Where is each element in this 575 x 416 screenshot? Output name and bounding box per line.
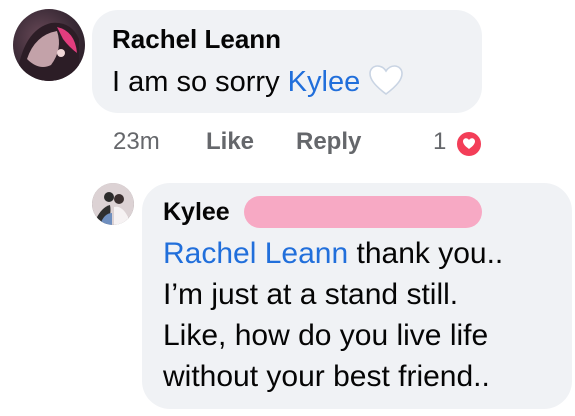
comment-text-prefix: I am so sorry	[112, 66, 288, 98]
reply-line-3: Like, how do you live life	[163, 319, 489, 352]
reply-text: Rachel Leann thank you.. I’m just at a s…	[163, 233, 503, 397]
redaction-mark	[244, 196, 482, 228]
reply-line-2: I’m just at a stand still.	[163, 278, 459, 311]
rachel-avatar-photo	[19, 22, 79, 81]
reply-mention[interactable]: Rachel Leann	[163, 237, 348, 270]
rachel-avatar[interactable]	[13, 9, 85, 81]
like-button[interactable]: Like	[206, 128, 254, 156]
comment-author[interactable]: Rachel Leann	[112, 24, 281, 55]
reply-line-1-rest: thank you..	[348, 237, 504, 270]
reply-author[interactable]: Kylee	[163, 198, 230, 227]
comment-timestamp[interactable]: 23m	[113, 128, 160, 156]
white-heart-icon	[368, 64, 404, 96]
kylee-avatar-photo	[92, 183, 134, 225]
reply-button[interactable]: Reply	[296, 128, 361, 156]
reply-line-1: Rachel Leann thank you..	[163, 233, 503, 274]
comment-text: I am so sorry Kylee	[112, 64, 404, 100]
reaction-count[interactable]: 1	[433, 128, 446, 156]
love-reaction-icon[interactable]	[455, 130, 483, 158]
comment-mention[interactable]: Kylee	[288, 66, 361, 98]
kylee-avatar[interactable]	[92, 183, 134, 225]
reply-line-4: without your best friend..	[163, 360, 490, 393]
